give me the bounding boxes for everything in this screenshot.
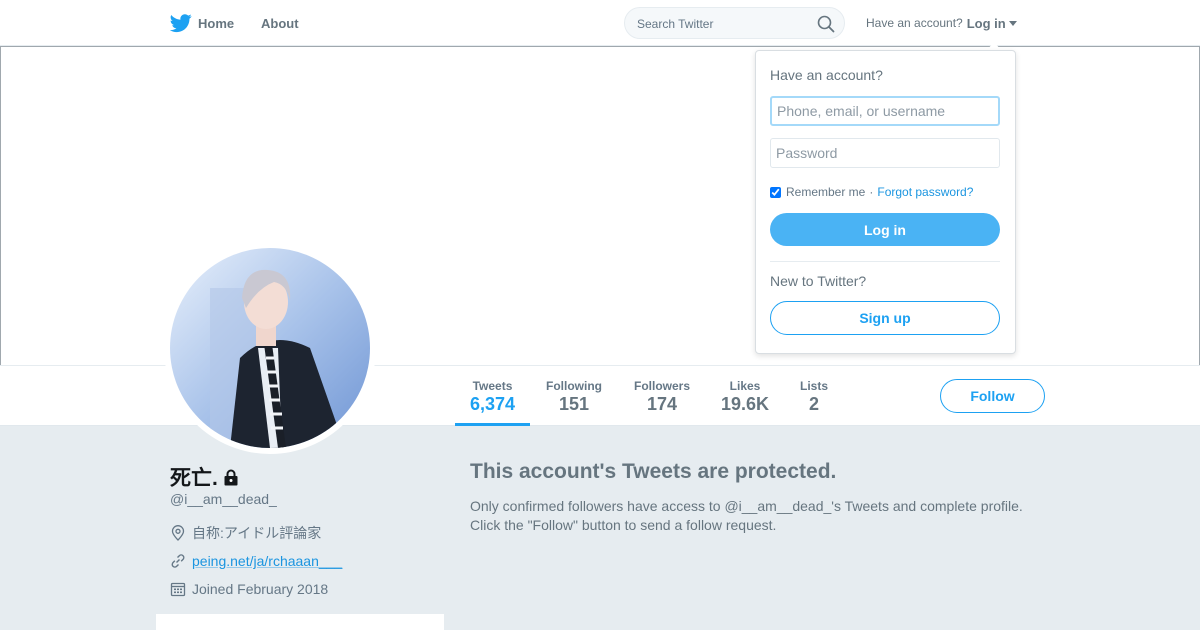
search-box[interactable]: Search Twitter xyxy=(624,7,845,39)
protected-text-line1: Only confirmed followers have access to … xyxy=(470,498,1023,514)
nav-home[interactable]: Home xyxy=(170,0,234,46)
search-icon[interactable] xyxy=(817,15,835,33)
top-navigation-bar: Home About Search Twitter Have an accoun… xyxy=(0,0,1200,46)
stat-label: Lists xyxy=(799,379,828,393)
signup-button[interactable]: Sign up xyxy=(770,301,1000,335)
forgot-password-link[interactable]: Forgot password? xyxy=(877,185,973,199)
login-dropdown: Have an account? Remember me · Forgot pa… xyxy=(755,50,1016,354)
stat-label: Likes xyxy=(729,379,761,393)
profile-location-text: 自称:アイドル評論家 xyxy=(192,525,322,541)
account-prompt-text: Have an account? xyxy=(866,16,963,30)
avatar-photo xyxy=(170,248,370,448)
profile-name-text: 死亡. xyxy=(170,467,218,490)
signup-heading: New to Twitter? xyxy=(770,273,867,289)
stat-label: Tweets xyxy=(472,379,513,393)
stat-label: Following xyxy=(546,379,602,393)
remember-me-checkbox[interactable] xyxy=(770,186,781,198)
remember-row: Remember me · Forgot password? xyxy=(770,184,973,200)
account-prompt: Have an account? Log in xyxy=(866,0,1017,46)
caret-down-icon xyxy=(1008,20,1017,26)
stat-value: 19.6K xyxy=(720,394,770,414)
lock-icon xyxy=(224,469,238,485)
follow-button[interactable]: Follow xyxy=(940,379,1045,413)
photos-module xyxy=(156,614,444,630)
login-dropdown-toggle[interactable]: Log in xyxy=(967,16,1017,31)
location-icon xyxy=(171,525,185,541)
stat-tweets[interactable]: Tweets 6,374 xyxy=(455,366,530,426)
stat-value: 2 xyxy=(808,394,819,414)
protected-title: This account's Tweets are protected. xyxy=(470,460,837,483)
stat-value: 151 xyxy=(558,394,590,414)
stat-lists[interactable]: Lists 2 xyxy=(790,366,838,426)
password-field[interactable] xyxy=(770,138,1000,168)
search-input[interactable]: Search Twitter xyxy=(637,17,713,31)
stat-value: 6,374 xyxy=(469,394,516,414)
stat-label: Followers xyxy=(633,379,690,393)
login-button[interactable]: Log in xyxy=(770,213,1000,246)
nav-about[interactable]: About xyxy=(261,0,299,46)
protected-text-line2: Click the "Follow" button to send a foll… xyxy=(470,517,777,533)
login-heading: Have an account? xyxy=(770,67,883,83)
stat-following[interactable]: Following 151 xyxy=(538,366,610,426)
separator: · xyxy=(869,185,874,199)
login-link-label: Log in xyxy=(966,15,1006,31)
stat-value: 174 xyxy=(646,394,678,414)
remember-me-label[interactable]: Remember me xyxy=(786,185,865,199)
profile-website-link[interactable]: peing.net/ja/rchaaan___ xyxy=(192,553,342,569)
stat-likes[interactable]: Likes 19.6K xyxy=(714,366,776,426)
divider xyxy=(770,261,1000,262)
profile-handle[interactable]: @i__am__dead_ xyxy=(170,491,277,507)
profile-joined: Joined February 2018 xyxy=(170,579,328,599)
avatar[interactable] xyxy=(164,242,376,454)
profile-website: peing.net/ja/rchaaan___ xyxy=(170,551,342,571)
nav-about-label: About xyxy=(261,15,299,31)
profile-joined-text: Joined February 2018 xyxy=(192,581,329,597)
profile-location: 自称:アイドル評論家 xyxy=(170,523,321,543)
calendar-icon xyxy=(170,582,186,597)
twitter-bird-icon xyxy=(170,14,192,33)
stat-followers[interactable]: Followers 174 xyxy=(626,366,698,426)
profile-name: 死亡. xyxy=(170,462,239,492)
nav-home-label: Home xyxy=(198,15,235,31)
username-field[interactable] xyxy=(770,96,1000,126)
link-icon xyxy=(171,554,185,568)
